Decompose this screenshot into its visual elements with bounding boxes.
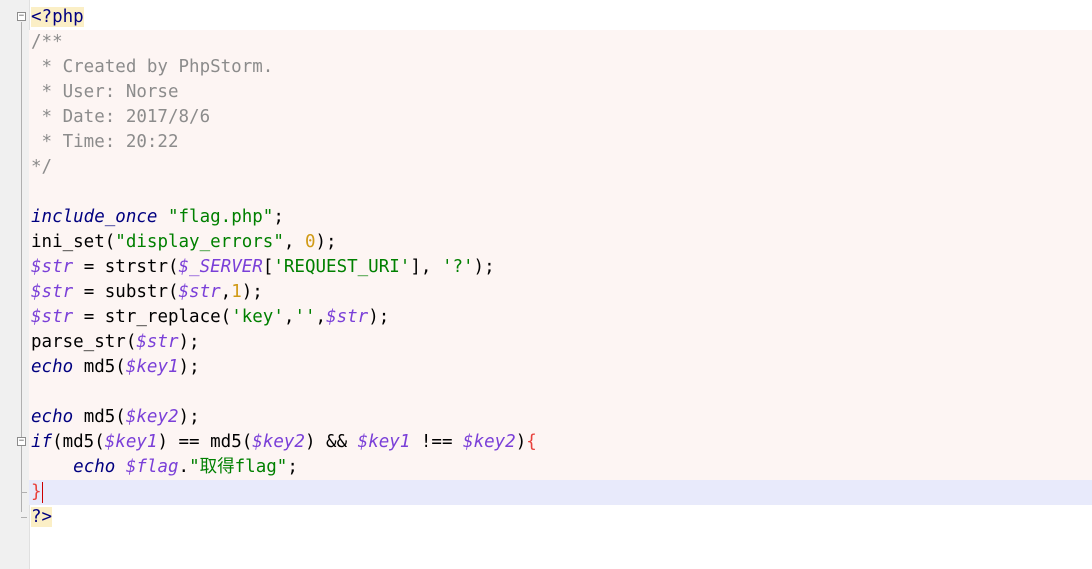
code-area[interactable]: <?php /** * Created by PhpStorm. * User:… [29, 5, 1092, 530]
code-line: * User: Norse [29, 80, 1092, 105]
comment: * Time: 20:22 [31, 132, 179, 152]
variable: $key2 [125, 407, 179, 427]
operator: . [178, 457, 190, 477]
code-line: include_once "flag.php"; [29, 205, 1092, 230]
variable: $key2 [252, 432, 305, 452]
code-line-empty [29, 180, 1092, 205]
code-line: <?php [31, 5, 1092, 30]
string: "flag.php" [167, 207, 274, 227]
code-line: * Date: 2017/8/6 [29, 105, 1092, 130]
punctuation: ; [273, 207, 284, 227]
code-line: * Created by PhpStorm. [29, 55, 1092, 80]
code-line: if(md5($key1) == md5($key2) && $key1 !==… [29, 430, 1092, 455]
function-call: md5( [73, 357, 126, 377]
comment: /** [31, 32, 63, 52]
matching-brace: { [526, 432, 537, 452]
keyword: if [31, 432, 53, 452]
string: '' [294, 307, 316, 327]
code-line: $str = substr($str,1); [29, 280, 1092, 305]
punctuation: , [220, 282, 232, 302]
php-close-tag: ?> [31, 507, 53, 527]
string: "display_errors" [115, 232, 284, 252]
code-line-empty [29, 380, 1092, 405]
string: '?' [441, 257, 474, 277]
code-line: $str = str_replace('key','',$str); [29, 305, 1092, 330]
code-line: ?> [31, 505, 1092, 530]
comment: * Date: 2017/8/6 [31, 107, 211, 127]
variable: $_SERVER [178, 257, 263, 277]
number: 0 [304, 232, 316, 252]
variable: $str [326, 307, 369, 327]
comment: * Created by PhpStorm. [31, 57, 274, 77]
number: 1 [231, 282, 242, 302]
code-line: * Time: 20:22 [29, 130, 1092, 155]
punctuation: ); [315, 232, 337, 252]
php-open-tag: <?php [31, 7, 84, 27]
function-call: md5( [73, 407, 126, 427]
punctuation: ); [368, 307, 390, 327]
matching-brace: } [31, 482, 42, 502]
string: 'REQUEST_URI' [273, 257, 411, 277]
operator: = str_replace( [73, 307, 232, 327]
function-call: parse_str( [31, 332, 137, 352]
code-line: echo $flag."取得flag"; [29, 455, 1092, 480]
code-text: (md5( [52, 432, 105, 452]
comment: * User: Norse [31, 82, 179, 102]
variable: $str [136, 332, 179, 352]
code-text: ) && [304, 432, 358, 452]
punctuation: , [283, 232, 305, 252]
code-line: ini_set("display_errors", 0); [29, 230, 1092, 255]
punctuation: ], [410, 257, 442, 277]
keyword: echo [73, 457, 116, 477]
code-line: echo md5($key2); [29, 405, 1092, 430]
fold-toggle-icon[interactable]: − [17, 437, 26, 446]
code-text: ) == md5( [157, 432, 253, 452]
comment: */ [31, 157, 53, 177]
variable: $key1 [104, 432, 158, 452]
variable: $flag [125, 457, 179, 477]
punctuation: ); [178, 332, 200, 352]
code-line: $str = strstr($_SERVER['REQUEST_URI'], '… [29, 255, 1092, 280]
code-line: parse_str($str); [29, 330, 1092, 355]
current-line[interactable]: } [29, 480, 1092, 505]
punctuation: [ [262, 257, 274, 277]
punctuation: ); [241, 282, 263, 302]
punctuation: , [283, 307, 295, 327]
code-text: ) [515, 432, 527, 452]
variable: $str [31, 307, 74, 327]
keyword: echo [31, 407, 74, 427]
punctuation: ); [178, 407, 200, 427]
code-line: */ [29, 155, 1092, 180]
variable: $str [178, 282, 221, 302]
fold-end-marker [21, 492, 27, 493]
operator: = strstr( [73, 257, 179, 277]
variable: $str [31, 257, 74, 277]
string: 'key' [231, 307, 284, 327]
variable: $str [31, 282, 74, 302]
keyword: include_once [31, 207, 158, 227]
function-call: ini_set( [31, 232, 116, 252]
variable: $key1 [357, 432, 411, 452]
code-line: /** [29, 30, 1092, 55]
code-line: echo md5($key1); [29, 355, 1092, 380]
punctuation: ); [178, 357, 200, 377]
operator: = substr( [73, 282, 179, 302]
punctuation: , [315, 307, 327, 327]
variable: $key2 [463, 432, 516, 452]
code-editor[interactable]: − − <?php /** * Created by PhpStorm. * U… [0, 0, 1092, 569]
editor-gutter: − − [0, 0, 30, 569]
text-caret [41, 481, 43, 503]
string: "取得flag" [189, 457, 288, 477]
punctuation: ; [287, 457, 298, 477]
code-text: !== [410, 432, 464, 452]
keyword: echo [31, 357, 74, 377]
punctuation: ); [473, 257, 495, 277]
variable: $key1 [125, 357, 179, 377]
fold-toggle-icon[interactable]: − [17, 12, 26, 21]
fold-end-marker [21, 517, 27, 518]
